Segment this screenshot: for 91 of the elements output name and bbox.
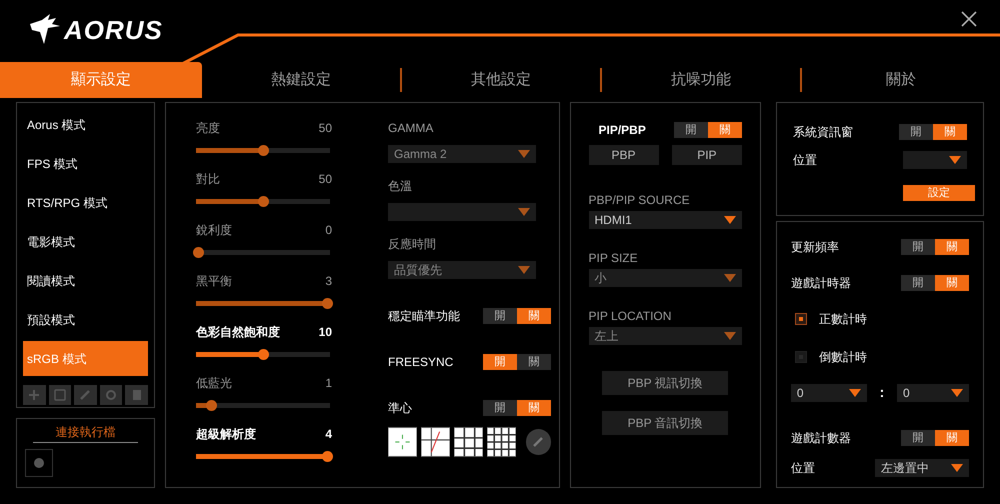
slider-label: 色彩自然飽和度 bbox=[196, 324, 280, 341]
slider-label: 超級解析度 bbox=[196, 426, 256, 443]
switch-button[interactable]: PBP 音訊切換 bbox=[602, 411, 728, 435]
setting-label: 準心 bbox=[388, 400, 412, 417]
setting-label: 位置 bbox=[790, 460, 815, 477]
eagle-logo-icon bbox=[28, 14, 62, 46]
select-label: 反應時間 bbox=[388, 236, 437, 253]
select-label: GAMMA bbox=[388, 120, 434, 137]
pencil-icon bbox=[79, 389, 92, 401]
slider-label: 低藍光 bbox=[196, 375, 232, 392]
slider[interactable] bbox=[193, 196, 333, 207]
setting-label: 穩定瞄準功能 bbox=[388, 308, 460, 325]
mode-button[interactable]: PIP bbox=[672, 145, 742, 165]
logo-text: AORUS bbox=[64, 17, 163, 43]
slider-value: 1 bbox=[325, 375, 332, 392]
slider-value: 3 bbox=[325, 273, 332, 290]
caret-icon bbox=[724, 332, 736, 340]
switch-button[interactable]: PBP 視訊切換 bbox=[602, 371, 728, 395]
slider-value: 4 bbox=[325, 426, 332, 443]
radio-button[interactable] bbox=[794, 351, 807, 363]
time-separator: : bbox=[880, 383, 884, 402]
caret-icon bbox=[518, 266, 530, 274]
setting-label: FREESYNC bbox=[388, 354, 454, 371]
grid-icon[interactable] bbox=[454, 427, 483, 457]
grid-icon[interactable] bbox=[486, 427, 516, 457]
caret-icon bbox=[951, 388, 963, 396]
mode-item[interactable]: RTS/RPG 模式 bbox=[23, 185, 148, 220]
slider[interactable] bbox=[193, 349, 333, 360]
select-label: PBP/PIP SOURCE bbox=[588, 192, 691, 209]
setting-label: 系統資訊窗 bbox=[792, 124, 853, 141]
mode-item[interactable]: 預設模式 bbox=[23, 302, 148, 337]
setting-label: 位置 bbox=[792, 152, 817, 169]
caret-icon bbox=[951, 464, 963, 472]
radio-label: 正數計時 bbox=[818, 311, 867, 328]
caret-icon bbox=[518, 208, 530, 216]
setting-label: 遊戲計數器 bbox=[790, 430, 851, 447]
close-icon bbox=[961, 11, 977, 27]
slider[interactable] bbox=[193, 298, 333, 309]
slider[interactable] bbox=[193, 145, 333, 156]
circle-icon bbox=[34, 458, 44, 468]
tab[interactable]: 其他設定 bbox=[402, 62, 600, 98]
select-label: 色溫 bbox=[388, 178, 413, 195]
plus-icon bbox=[28, 389, 40, 401]
dropdown[interactable]: HDMI1 bbox=[588, 211, 742, 229]
select-label: PIP SIZE bbox=[588, 250, 639, 267]
trash-icon bbox=[130, 389, 143, 401]
mode-item[interactable]: 閱讀模式 bbox=[23, 263, 148, 298]
radio-button[interactable] bbox=[794, 313, 807, 325]
crosshair-line-icon[interactable] bbox=[420, 427, 450, 457]
caret-icon bbox=[848, 388, 861, 396]
refresh-button[interactable] bbox=[100, 385, 122, 405]
save-icon bbox=[54, 389, 66, 401]
radio-label: 倒數計時 bbox=[818, 349, 867, 366]
slider-label: 銳利度 bbox=[196, 222, 232, 239]
slider[interactable] bbox=[193, 451, 333, 462]
tab[interactable]: 抗噪功能 bbox=[602, 62, 800, 98]
setting-label: 更新頻率 bbox=[790, 239, 839, 256]
refresh-icon bbox=[105, 389, 118, 401]
select-label: PIP LOCATION bbox=[588, 308, 672, 325]
slider-label: 黑平衡 bbox=[196, 273, 232, 290]
pencil-icon bbox=[532, 436, 544, 448]
dropdown[interactable] bbox=[903, 151, 967, 169]
slider-value: 50 bbox=[318, 120, 332, 137]
mode-item[interactable]: 電影模式 bbox=[23, 224, 148, 259]
setting-label: 遊戲計時器 bbox=[790, 275, 851, 292]
crosshair-icon[interactable] bbox=[388, 427, 417, 457]
dropdown[interactable]: 0 bbox=[790, 384, 867, 402]
mode-button[interactable]: PBP bbox=[588, 145, 658, 165]
caret-icon bbox=[949, 156, 961, 164]
tab[interactable]: 關於 bbox=[802, 62, 1000, 98]
slider-label: 對比 bbox=[196, 171, 220, 188]
dropdown[interactable]: 左邊置中 bbox=[875, 459, 969, 477]
caret-icon bbox=[518, 150, 530, 158]
slider-value: 50 bbox=[318, 171, 332, 188]
slider[interactable] bbox=[193, 400, 333, 411]
slider-label: 亮度 bbox=[196, 120, 220, 137]
dropdown[interactable]: 0 bbox=[897, 384, 969, 402]
slider[interactable] bbox=[193, 247, 333, 258]
save-button[interactable] bbox=[48, 385, 72, 405]
edit-button[interactable] bbox=[526, 429, 551, 455]
add-app-button[interactable] bbox=[25, 449, 53, 477]
mode-item[interactable]: FPS 模式 bbox=[23, 146, 148, 181]
mode-item[interactable]: Aorus 模式 bbox=[23, 107, 148, 142]
setting-label: PIP/PBP bbox=[598, 122, 646, 139]
slider-value: 10 bbox=[318, 324, 332, 341]
tab[interactable]: 熱鍵設定 bbox=[202, 62, 400, 98]
close-button[interactable] bbox=[960, 10, 978, 28]
caret-icon bbox=[724, 216, 736, 224]
panel-title: 連接執行檔 bbox=[33, 423, 138, 443]
slider-value: 0 bbox=[325, 222, 332, 239]
caret-icon bbox=[724, 274, 736, 282]
